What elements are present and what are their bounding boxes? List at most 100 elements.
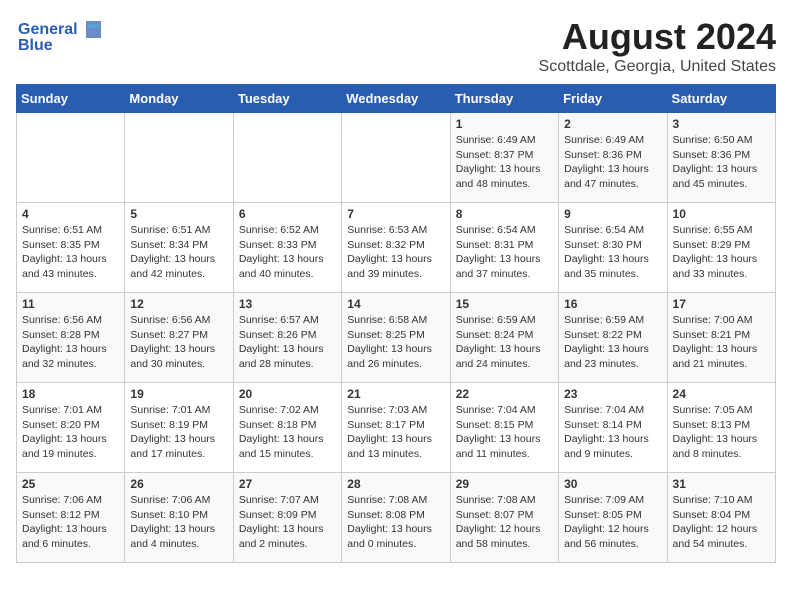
day-info: Sunrise: 6:54 AM Sunset: 8:30 PM Dayligh…	[564, 223, 661, 282]
day-number: 6	[239, 207, 336, 221]
calendar-cell-3-2: 20 Sunrise: 7:02 AM Sunset: 8:18 PM Dayl…	[233, 383, 341, 473]
calendar-cell-4-1: 26 Sunrise: 7:06 AM Sunset: 8:10 PM Dayl…	[125, 473, 233, 563]
day-info: Sunrise: 6:56 AM Sunset: 8:27 PM Dayligh…	[130, 313, 227, 372]
sunset-text: Sunset: 8:36 PM	[673, 149, 751, 161]
day-number: 13	[239, 297, 336, 311]
sunset-text: Sunset: 8:18 PM	[239, 419, 317, 431]
sunrise-text: Sunrise: 6:49 AM	[456, 134, 536, 146]
daylight-text: Daylight: 13 hours and 24 minutes.	[456, 343, 541, 370]
sunrise-text: Sunrise: 6:56 AM	[130, 314, 210, 326]
calendar-cell-4-4: 29 Sunrise: 7:08 AM Sunset: 8:07 PM Dayl…	[450, 473, 558, 563]
day-number: 5	[130, 207, 227, 221]
daylight-text: Daylight: 13 hours and 26 minutes.	[347, 343, 432, 370]
sunset-text: Sunset: 8:24 PM	[456, 329, 534, 341]
day-number: 20	[239, 387, 336, 401]
sunrise-text: Sunrise: 7:06 AM	[22, 494, 102, 506]
daylight-text: Daylight: 13 hours and 4 minutes.	[130, 523, 215, 550]
calendar-cell-0-4: 1 Sunrise: 6:49 AM Sunset: 8:37 PM Dayli…	[450, 113, 558, 203]
day-info: Sunrise: 6:59 AM Sunset: 8:22 PM Dayligh…	[564, 313, 661, 372]
day-number: 21	[347, 387, 444, 401]
day-info: Sunrise: 6:54 AM Sunset: 8:31 PM Dayligh…	[456, 223, 553, 282]
day-info: Sunrise: 7:02 AM Sunset: 8:18 PM Dayligh…	[239, 403, 336, 462]
daylight-text: Daylight: 13 hours and 2 minutes.	[239, 523, 324, 550]
header-friday: Friday	[559, 85, 667, 113]
sunrise-text: Sunrise: 6:53 AM	[347, 224, 427, 236]
svg-text:Blue: Blue	[18, 37, 53, 54]
sunrise-text: Sunrise: 6:56 AM	[22, 314, 102, 326]
week-row-4: 18 Sunrise: 7:01 AM Sunset: 8:20 PM Dayl…	[17, 383, 776, 473]
week-row-1: 1 Sunrise: 6:49 AM Sunset: 8:37 PM Dayli…	[17, 113, 776, 203]
sunset-text: Sunset: 8:28 PM	[22, 329, 100, 341]
day-info: Sunrise: 7:03 AM Sunset: 8:17 PM Dayligh…	[347, 403, 444, 462]
day-number: 31	[673, 477, 770, 491]
day-info: Sunrise: 7:08 AM Sunset: 8:08 PM Dayligh…	[347, 493, 444, 552]
calendar-header: Sunday Monday Tuesday Wednesday Thursday…	[17, 85, 776, 113]
calendar-cell-3-5: 23 Sunrise: 7:04 AM Sunset: 8:14 PM Dayl…	[559, 383, 667, 473]
calendar-cell-1-1: 5 Sunrise: 6:51 AM Sunset: 8:34 PM Dayli…	[125, 203, 233, 293]
day-info: Sunrise: 7:01 AM Sunset: 8:20 PM Dayligh…	[22, 403, 119, 462]
sunrise-text: Sunrise: 6:52 AM	[239, 224, 319, 236]
day-info: Sunrise: 6:55 AM Sunset: 8:29 PM Dayligh…	[673, 223, 770, 282]
sunset-text: Sunset: 8:33 PM	[239, 239, 317, 251]
day-info: Sunrise: 6:59 AM Sunset: 8:24 PM Dayligh…	[456, 313, 553, 372]
week-row-5: 25 Sunrise: 7:06 AM Sunset: 8:12 PM Dayl…	[17, 473, 776, 563]
sunrise-text: Sunrise: 6:50 AM	[673, 134, 753, 146]
day-info: Sunrise: 6:58 AM Sunset: 8:25 PM Dayligh…	[347, 313, 444, 372]
calendar-cell-2-5: 16 Sunrise: 6:59 AM Sunset: 8:22 PM Dayl…	[559, 293, 667, 383]
header-tuesday: Tuesday	[233, 85, 341, 113]
daylight-text: Daylight: 12 hours and 54 minutes.	[673, 523, 758, 550]
daylight-text: Daylight: 13 hours and 42 minutes.	[130, 253, 215, 280]
header: General Blue August 2024 Scottdale, Geor…	[16, 16, 776, 76]
calendar-cell-3-3: 21 Sunrise: 7:03 AM Sunset: 8:17 PM Dayl…	[342, 383, 450, 473]
month-year-title: August 2024	[539, 16, 776, 58]
daylight-text: Daylight: 13 hours and 30 minutes.	[130, 343, 215, 370]
sunrise-text: Sunrise: 7:01 AM	[130, 404, 210, 416]
day-info: Sunrise: 6:56 AM Sunset: 8:28 PM Dayligh…	[22, 313, 119, 372]
sunset-text: Sunset: 8:32 PM	[347, 239, 425, 251]
svg-text:General: General	[18, 21, 78, 38]
day-number: 25	[22, 477, 119, 491]
sunset-text: Sunset: 8:34 PM	[130, 239, 208, 251]
calendar-cell-4-2: 27 Sunrise: 7:07 AM Sunset: 8:09 PM Dayl…	[233, 473, 341, 563]
week-row-2: 4 Sunrise: 6:51 AM Sunset: 8:35 PM Dayli…	[17, 203, 776, 293]
calendar-cell-1-5: 9 Sunrise: 6:54 AM Sunset: 8:30 PM Dayli…	[559, 203, 667, 293]
calendar-table: Sunday Monday Tuesday Wednesday Thursday…	[16, 84, 776, 563]
sunset-text: Sunset: 8:07 PM	[456, 509, 534, 521]
sunset-text: Sunset: 8:25 PM	[347, 329, 425, 341]
day-info: Sunrise: 7:04 AM Sunset: 8:14 PM Dayligh…	[564, 403, 661, 462]
day-number: 26	[130, 477, 227, 491]
header-monday: Monday	[125, 85, 233, 113]
daylight-text: Daylight: 13 hours and 33 minutes.	[673, 253, 758, 280]
sunset-text: Sunset: 8:20 PM	[22, 419, 100, 431]
location-subtitle: Scottdale, Georgia, United States	[539, 58, 776, 76]
week-row-3: 11 Sunrise: 6:56 AM Sunset: 8:28 PM Dayl…	[17, 293, 776, 383]
day-number: 19	[130, 387, 227, 401]
day-info: Sunrise: 7:10 AM Sunset: 8:04 PM Dayligh…	[673, 493, 770, 552]
sunset-text: Sunset: 8:13 PM	[673, 419, 751, 431]
sunset-text: Sunset: 8:05 PM	[564, 509, 642, 521]
sunset-text: Sunset: 8:08 PM	[347, 509, 425, 521]
day-info: Sunrise: 7:01 AM Sunset: 8:19 PM Dayligh…	[130, 403, 227, 462]
sunrise-text: Sunrise: 7:05 AM	[673, 404, 753, 416]
day-info: Sunrise: 7:09 AM Sunset: 8:05 PM Dayligh…	[564, 493, 661, 552]
sunset-text: Sunset: 8:36 PM	[564, 149, 642, 161]
sunset-text: Sunset: 8:26 PM	[239, 329, 317, 341]
daylight-text: Daylight: 13 hours and 0 minutes.	[347, 523, 432, 550]
title-block: August 2024 Scottdale, Georgia, United S…	[539, 16, 776, 76]
day-info: Sunrise: 7:05 AM Sunset: 8:13 PM Dayligh…	[673, 403, 770, 462]
calendar-cell-1-3: 7 Sunrise: 6:53 AM Sunset: 8:32 PM Dayli…	[342, 203, 450, 293]
day-number: 4	[22, 207, 119, 221]
calendar-cell-2-2: 13 Sunrise: 6:57 AM Sunset: 8:26 PM Dayl…	[233, 293, 341, 383]
calendar-cell-4-0: 25 Sunrise: 7:06 AM Sunset: 8:12 PM Dayl…	[17, 473, 125, 563]
sunset-text: Sunset: 8:04 PM	[673, 509, 751, 521]
sunset-text: Sunset: 8:37 PM	[456, 149, 534, 161]
calendar-cell-0-0	[17, 113, 125, 203]
calendar-cell-0-6: 3 Sunrise: 6:50 AM Sunset: 8:36 PM Dayli…	[667, 113, 775, 203]
daylight-text: Daylight: 13 hours and 11 minutes.	[456, 433, 541, 460]
day-info: Sunrise: 6:49 AM Sunset: 8:36 PM Dayligh…	[564, 133, 661, 192]
sunrise-text: Sunrise: 6:54 AM	[564, 224, 644, 236]
sunrise-text: Sunrise: 6:59 AM	[456, 314, 536, 326]
sunset-text: Sunset: 8:10 PM	[130, 509, 208, 521]
daylight-text: Daylight: 13 hours and 15 minutes.	[239, 433, 324, 460]
calendar-cell-2-6: 17 Sunrise: 7:00 AM Sunset: 8:21 PM Dayl…	[667, 293, 775, 383]
